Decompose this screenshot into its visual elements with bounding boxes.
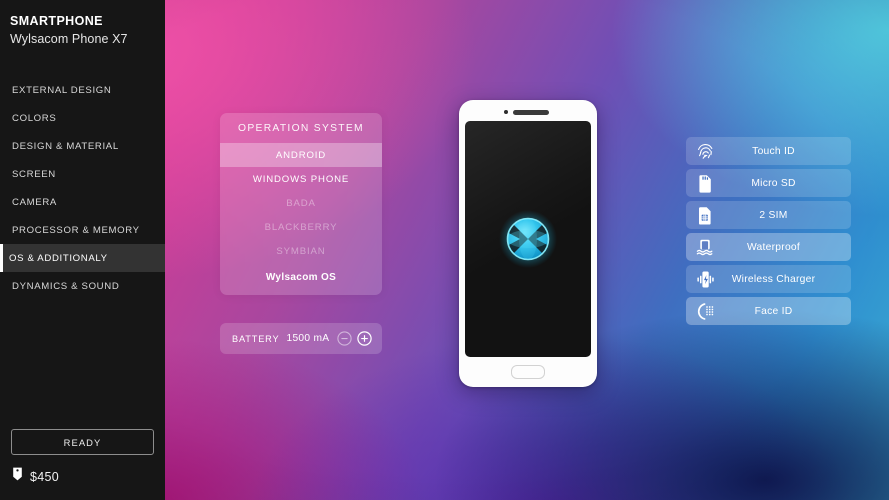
os-option-android[interactable]: ANDROID	[220, 143, 382, 167]
wireless-charger-icon	[690, 270, 720, 289]
feature-label: Touch ID	[752, 145, 795, 157]
feature-label: 2 SIM	[759, 209, 788, 221]
feature-wireless-charger[interactable]: Wireless Charger	[686, 265, 851, 293]
wylsacom-sphere-logo-icon	[497, 208, 559, 270]
battery-label: BATTERY	[232, 333, 280, 344]
sidebar-item-label: DESIGN & MATERIAL	[12, 140, 119, 152]
feature-list: Touch ID Micro SD 2 SIM Waterproof Wireless …	[686, 137, 851, 329]
sidebar-item-processor-memory[interactable]: PROCESSOR & MEMORY	[0, 216, 165, 244]
os-option-label: ANDROID	[275, 149, 327, 161]
feature-label: Micro SD	[751, 177, 796, 189]
sidebar-item-os-additionaly[interactable]: OS & ADDITIONALY	[0, 244, 165, 272]
operation-system-panel: OPERATION SYSTEM ANDROID WINDOWS PHONE BAD…	[220, 113, 382, 295]
os-option-windows-phone[interactable]: WINDOWS PHONE	[220, 167, 382, 191]
phone-mockup	[459, 100, 597, 387]
fingerprint-icon	[690, 142, 720, 161]
sidebar-item-screen[interactable]: SCREEN	[0, 160, 165, 188]
os-option-bada: BADA	[220, 191, 382, 215]
battery-steppers	[337, 331, 372, 346]
home-button-icon[interactable]	[511, 365, 545, 379]
sidebar-item-dynamics-sound[interactable]: DYNAMICS & SOUND	[0, 272, 165, 300]
os-panel-title: OPERATION SYSTEM	[238, 122, 364, 134]
sidebar: SMARTPHONE Wylsacom Phone X7 EXTERNAL DE…	[0, 0, 165, 500]
sidebar-item-label: CAMERA	[12, 196, 57, 208]
sidebar-item-label: SCREEN	[12, 168, 56, 180]
sidebar-nav: EXTERNAL DESIGN COLORS DESIGN & MATERIAL SC…	[0, 76, 165, 300]
os-option-label: Wylsacom OS	[265, 271, 337, 283]
os-option-list: ANDROID WINDOWS PHONE BADA BLACKBERRY SYMBIA…	[220, 143, 382, 289]
sidebar-item-colors[interactable]: COLORS	[0, 104, 165, 132]
sidebar-item-design-material[interactable]: DESIGN & MATERIAL	[0, 132, 165, 160]
face-id-icon	[690, 302, 720, 321]
battery-row: BATTERY 1500 mA	[220, 323, 382, 354]
feature-2-sim[interactable]: 2 SIM	[686, 201, 851, 229]
feature-micro-sd[interactable]: Micro SD	[686, 169, 851, 197]
minus-circle-icon[interactable]	[337, 331, 352, 346]
feature-label: Face ID	[754, 305, 793, 317]
plus-circle-icon[interactable]	[357, 331, 372, 346]
waterproof-icon	[690, 238, 720, 257]
feature-face-id[interactable]: Face ID	[686, 297, 851, 325]
sim-card-icon	[690, 206, 720, 225]
feature-waterproof[interactable]: Waterproof	[686, 233, 851, 261]
os-option-label: BADA	[286, 197, 316, 209]
sidebar-item-label: DYNAMICS & SOUND	[12, 280, 120, 292]
ready-button[interactable]: READY	[11, 429, 154, 455]
feature-label: Waterproof	[746, 241, 801, 253]
sidebar-item-label: PROCESSOR & MEMORY	[12, 224, 140, 236]
sidebar-item-camera[interactable]: CAMERA	[0, 188, 165, 216]
feature-label: Wireless Charger	[731, 273, 816, 285]
feature-touch-id[interactable]: Touch ID	[686, 137, 851, 165]
brand-title: SMARTPHONE	[10, 14, 103, 28]
brand-block: SMARTPHONE Wylsacom Phone X7	[0, 0, 165, 48]
sidebar-footer: READY $450	[0, 429, 165, 500]
phone-screen	[465, 121, 591, 357]
sd-card-icon	[690, 174, 720, 193]
sidebar-item-external-design[interactable]: EXTERNAL DESIGN	[0, 76, 165, 104]
os-option-symbian: SYMBIAN	[220, 239, 382, 263]
sidebar-item-label: COLORS	[12, 112, 57, 124]
sidebar-item-label: OS & ADDITIONALY	[9, 252, 108, 264]
os-option-label: SYMBIAN	[276, 245, 326, 257]
os-option-label: WINDOWS PHONE	[252, 173, 350, 185]
os-option-blackberry: BLACKBERRY	[220, 215, 382, 239]
price-value: $450	[30, 469, 60, 484]
price-row: $450	[0, 467, 165, 500]
phone-configurator-app: SMARTPHONE Wylsacom Phone X7 EXTERNAL DE…	[0, 0, 889, 500]
brand-subtitle: Wylsacom Phone X7	[10, 32, 128, 46]
price-tag-icon	[12, 467, 23, 486]
os-option-wylsacom-os[interactable]: Wylsacom OS	[220, 265, 382, 289]
os-option-label: BLACKBERRY	[264, 221, 338, 233]
earpiece-speaker-icon	[513, 110, 549, 115]
battery-value: 1500 mA	[286, 333, 330, 344]
sidebar-item-label: EXTERNAL DESIGN	[12, 84, 112, 96]
front-camera-icon	[504, 110, 508, 114]
